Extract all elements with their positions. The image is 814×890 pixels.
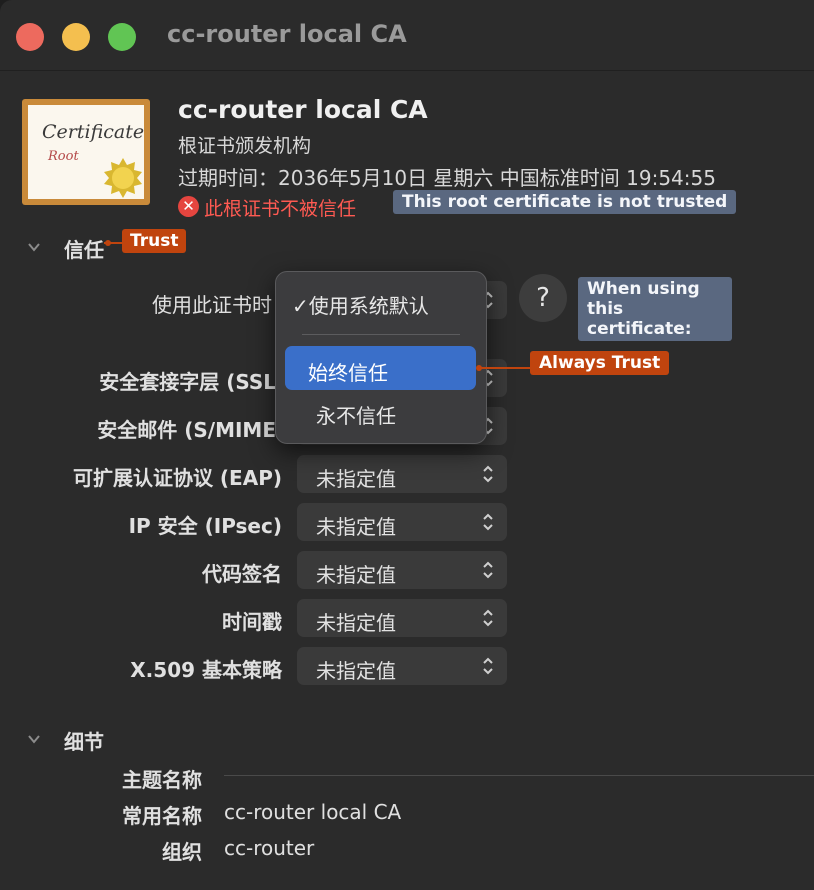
menu-item-always-trust[interactable]: 始终信任 bbox=[308, 357, 388, 386]
annotation-when-using-line2: this certificate: bbox=[587, 299, 692, 339]
annotation-when-using: When using this certificate: bbox=[578, 277, 732, 341]
common-name-value: cc-router local CA bbox=[224, 800, 402, 824]
details-section-header[interactable]: 细节 bbox=[64, 726, 104, 755]
annotation-always-trust: Always Trust bbox=[530, 351, 670, 375]
ssl-label: 安全套接字层 (SSL bbox=[99, 370, 276, 394]
certificate-icon-text: Certificate bbox=[42, 121, 145, 143]
annotation-not-trusted: This root certificate is not trusted bbox=[393, 190, 737, 214]
close-window-button[interactable] bbox=[16, 23, 44, 51]
minimize-window-button[interactable] bbox=[62, 23, 90, 51]
trust-section-header[interactable]: 信任 bbox=[64, 234, 104, 263]
window-title: cc-router local CA bbox=[167, 20, 407, 48]
chevron-down-icon[interactable] bbox=[27, 732, 41, 746]
ipsec-popup[interactable]: 未指定值 bbox=[297, 503, 507, 541]
eap-popup[interactable]: 未指定值 bbox=[297, 455, 507, 493]
timestamp-label: 时间戳 bbox=[222, 610, 282, 634]
trust-dropdown-menu: ✓使用系统默认 始终信任 永不信任 bbox=[275, 271, 487, 444]
organization-label: 组织 bbox=[162, 840, 202, 864]
menu-item-system-default[interactable]: ✓使用系统默认 bbox=[292, 290, 429, 319]
annotation-dot bbox=[476, 365, 482, 371]
certificate-icon-subtext: Root bbox=[48, 149, 79, 164]
smime-label: 安全邮件 (S/MIME bbox=[97, 418, 276, 442]
certificate-icon: Certificate Root bbox=[22, 99, 150, 205]
annotation-trust: Trust bbox=[122, 229, 187, 253]
code-signing-label: 代码签名 bbox=[202, 562, 282, 586]
updown-arrows-icon bbox=[483, 465, 493, 483]
title-bar: cc-router local CA bbox=[0, 0, 814, 71]
chevron-down-icon[interactable] bbox=[27, 240, 41, 254]
certificate-name: cc-router local CA bbox=[178, 95, 428, 124]
help-button[interactable]: ? bbox=[519, 274, 567, 322]
x509-value: 未指定值 bbox=[316, 659, 396, 683]
updown-arrows-icon bbox=[483, 561, 493, 579]
certificate-window: cc-router local CA Certificate Root cc-r… bbox=[0, 0, 814, 890]
eap-value: 未指定值 bbox=[316, 467, 396, 491]
updown-arrows-icon bbox=[483, 657, 493, 675]
when-using-label: 使用此证书时 bbox=[152, 293, 272, 317]
x509-label: X.509 基本策略 bbox=[130, 658, 282, 682]
annotation-dot bbox=[105, 240, 111, 246]
updown-arrows-icon bbox=[483, 513, 493, 531]
eap-label: 可扩展认证协议 (EAP) bbox=[72, 466, 282, 490]
ipsec-label: IP 安全 (IPsec) bbox=[128, 514, 282, 538]
organization-value: cc-router bbox=[224, 836, 315, 860]
subject-name-divider bbox=[224, 775, 814, 776]
x509-popup[interactable]: 未指定值 bbox=[297, 647, 507, 685]
certificate-expiry: 过期时间：2036年5月10日 星期六 中国标准时间 19:54:55 bbox=[178, 166, 716, 190]
timestamp-popup[interactable]: 未指定值 bbox=[297, 599, 507, 637]
annotation-when-using-line1: When using bbox=[587, 279, 700, 299]
menu-item-never-trust[interactable]: 永不信任 bbox=[316, 400, 396, 429]
common-name-label: 常用名称 bbox=[122, 804, 202, 828]
code-signing-popup[interactable]: 未指定值 bbox=[297, 551, 507, 589]
updown-arrows-icon bbox=[483, 609, 493, 627]
timestamp-value: 未指定值 bbox=[316, 611, 396, 635]
trust-warning-text: 此根证书不被信任 bbox=[204, 198, 357, 220]
menu-separator bbox=[302, 334, 460, 335]
subject-name-label: 主题名称 bbox=[122, 768, 202, 792]
seal-icon bbox=[104, 158, 142, 198]
error-x-icon: ✕ bbox=[178, 196, 199, 217]
certificate-kind: 根证书颁发机构 bbox=[178, 135, 312, 157]
annotation-connector bbox=[479, 367, 531, 369]
code-signing-value: 未指定值 bbox=[316, 563, 396, 587]
ipsec-value: 未指定值 bbox=[316, 515, 396, 539]
zoom-window-button[interactable] bbox=[108, 23, 136, 51]
